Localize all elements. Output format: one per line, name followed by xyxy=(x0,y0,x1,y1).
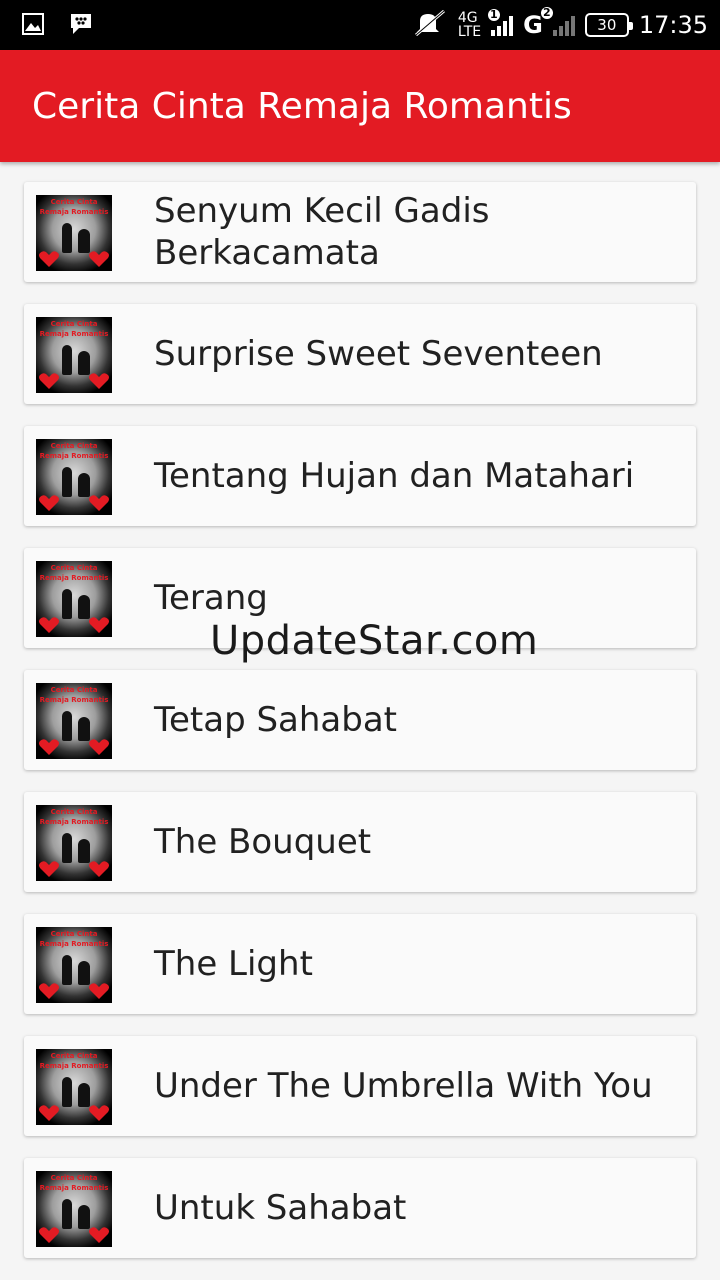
thumbnail-title-line2: Remaja Romantis xyxy=(39,574,109,582)
story-list[interactable]: Cerita Cinta Remaja Romantis Senyum Kecil … xyxy=(0,162,720,1280)
thumbnail-title-line1: Cerita Cinta xyxy=(50,1052,98,1060)
heart-icon xyxy=(38,250,60,268)
thumbnail-title-line2: Remaja Romantis xyxy=(39,940,109,948)
heart-icon xyxy=(88,860,110,878)
story-thumbnail: Cerita Cinta Remaja Romantis xyxy=(36,439,112,515)
heart-icon xyxy=(38,1226,60,1244)
heart-icon xyxy=(88,494,110,512)
app-bar: Cerita Cinta Remaja Romantis xyxy=(0,50,720,162)
heart-icon xyxy=(88,982,110,1000)
heart-icon xyxy=(38,738,60,756)
list-item[interactable]: Cerita Cinta Remaja Romantis Untuk Sahabat xyxy=(24,1158,696,1258)
thumbnail-title-line2: Remaja Romantis xyxy=(39,208,109,216)
signal-strength-sim2-icon xyxy=(552,14,575,36)
list-item[interactable]: Cerita Cinta Remaja Romantis Terang xyxy=(24,548,696,648)
silhouette-figure xyxy=(62,1199,72,1229)
heart-icon xyxy=(88,372,110,390)
network2-indicator: G 2 xyxy=(523,7,553,39)
network-type-indicator: 4G LTE 1 xyxy=(457,9,500,40)
clock: 17:35 xyxy=(638,11,708,39)
image-icon xyxy=(22,13,44,39)
silhouette-figure xyxy=(62,833,72,863)
thumbnail-title-line1: Cerita Cinta xyxy=(50,564,98,572)
story-thumbnail: Cerita Cinta Remaja Romantis xyxy=(36,683,112,759)
list-item[interactable]: Cerita Cinta Remaja Romantis Surprise Swee… xyxy=(24,304,696,404)
silhouette-figure xyxy=(62,589,72,619)
list-item[interactable]: Cerita Cinta Remaja Romantis The Bouquet xyxy=(24,792,696,892)
battery-level: 30 xyxy=(597,16,617,34)
story-thumbnail: Cerita Cinta Remaja Romantis xyxy=(36,1171,112,1247)
silhouette-figure xyxy=(62,955,72,985)
silhouette-figure xyxy=(62,467,72,497)
heart-icon xyxy=(88,738,110,756)
muted-notification-icon xyxy=(412,9,448,41)
battery-icon: 30 xyxy=(584,13,633,37)
sim1-badge: 1 xyxy=(487,9,500,21)
sim2-badge: 2 xyxy=(540,7,553,19)
thumbnail-title-line1: Cerita Cinta xyxy=(50,442,98,450)
heart-icon xyxy=(38,860,60,878)
thumbnail-title-line2: Remaja Romantis xyxy=(39,1184,109,1192)
list-item-title: Untuk Sahabat xyxy=(154,1188,407,1228)
list-item-title: Terang xyxy=(154,578,268,618)
status-bar: 4G LTE 1 G 2 30 17:35 xyxy=(0,0,720,50)
heart-icon xyxy=(88,1104,110,1122)
list-item[interactable]: Cerita Cinta Remaja Romantis Tentang Hujan… xyxy=(24,426,696,526)
story-thumbnail: Cerita Cinta Remaja Romantis xyxy=(36,317,112,393)
network-type: 4G xyxy=(457,10,478,26)
heart-icon xyxy=(38,494,60,512)
thumbnail-title-line2: Remaja Romantis xyxy=(39,696,109,704)
story-thumbnail: Cerita Cinta Remaja Romantis xyxy=(36,561,112,637)
network-sub: LTE xyxy=(457,24,482,40)
heart-icon xyxy=(38,982,60,1000)
list-item-title: Tetap Sahabat xyxy=(154,700,398,740)
list-item-title: The Bouquet xyxy=(154,822,372,862)
thumbnail-title-line2: Remaja Romantis xyxy=(39,452,109,460)
list-item[interactable]: Cerita Cinta Remaja Romantis Tetap Sahabat xyxy=(24,670,696,770)
heart-icon xyxy=(38,372,60,390)
silhouette-figure xyxy=(62,711,72,741)
silhouette-figure xyxy=(62,345,72,375)
list-item[interactable]: Cerita Cinta Remaja Romantis Senyum Kecil … xyxy=(24,182,696,282)
thumbnail-title-line2: Remaja Romantis xyxy=(39,330,109,338)
list-item[interactable]: Cerita Cinta Remaja Romantis Under The Umb… xyxy=(24,1036,696,1136)
list-item[interactable]: Cerita Cinta Remaja Romantis The Light xyxy=(24,914,696,1014)
thumbnail-title-line1: Cerita Cinta xyxy=(50,198,98,206)
heart-icon xyxy=(38,616,60,634)
story-thumbnail: Cerita Cinta Remaja Romantis xyxy=(36,1049,112,1125)
thumbnail-title-line1: Cerita Cinta xyxy=(50,930,98,938)
app-title: Cerita Cinta Remaja Romantis xyxy=(32,86,572,127)
list-item-title: Surprise Sweet Seventeen xyxy=(154,334,603,374)
thumbnail-title-line2: Remaja Romantis xyxy=(39,1062,109,1070)
thumbnail-title-line1: Cerita Cinta xyxy=(50,686,98,694)
story-thumbnail: Cerita Cinta Remaja Romantis xyxy=(36,805,112,881)
heart-icon xyxy=(88,250,110,268)
thumbnail-title-line2: Remaja Romantis xyxy=(39,818,109,826)
story-thumbnail: Cerita Cinta Remaja Romantis xyxy=(36,195,112,271)
thumbnail-title-line1: Cerita Cinta xyxy=(50,1174,98,1182)
bbm-icon xyxy=(68,12,94,40)
list-item-title: Senyum Kecil Gadis Berkacamata xyxy=(154,191,490,273)
thumbnail-title-line1: Cerita Cinta xyxy=(50,320,98,328)
network2-label: G xyxy=(523,11,543,39)
list-item-title: Under The Umbrella With You xyxy=(154,1066,653,1106)
thumbnail-title-line1: Cerita Cinta xyxy=(50,808,98,816)
list-item-title: The Light xyxy=(154,944,313,984)
silhouette-figure xyxy=(62,1077,72,1107)
heart-icon xyxy=(88,1226,110,1244)
story-thumbnail: Cerita Cinta Remaja Romantis xyxy=(36,927,112,1003)
heart-icon xyxy=(38,1104,60,1122)
heart-icon xyxy=(88,616,110,634)
list-item-title: Tentang Hujan dan Matahari xyxy=(154,456,635,496)
silhouette-figure xyxy=(62,223,72,253)
